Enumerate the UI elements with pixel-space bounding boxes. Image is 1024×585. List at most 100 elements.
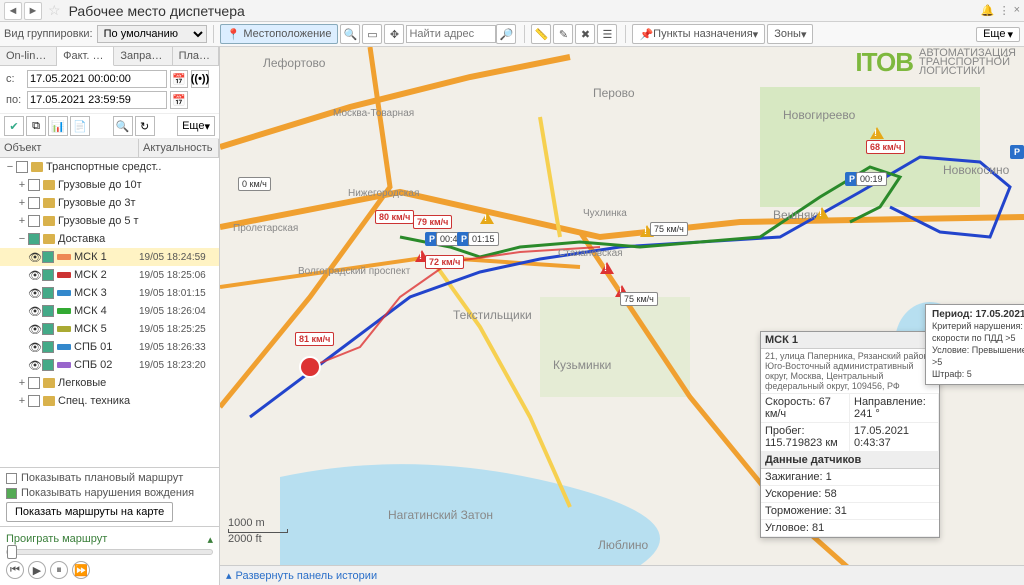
tb-more-button[interactable]: Еще ▾: [177, 116, 215, 136]
slider-handle[interactable]: [7, 545, 17, 559]
popup-title: МСК 1: [761, 332, 939, 349]
from-input[interactable]: [27, 70, 167, 88]
speed-badge: 0 км/ч: [238, 177, 271, 191]
sidebar-tabs: On-line слеж... Факт. маршр... Заправки …: [0, 47, 219, 66]
label-lefortovo: Лефортово: [260, 55, 328, 71]
speed-badge: 72 км/ч: [425, 255, 464, 269]
tab-fact[interactable]: Факт. маршр...: [57, 47, 114, 66]
back-button[interactable]: ◄: [4, 2, 22, 20]
vehicle-tree: −Транспортные средст..+Грузовые до 10т+Г…: [0, 158, 219, 467]
tb-copy-icon[interactable]: ⧉: [26, 116, 46, 136]
tree-row[interactable]: +Грузовые до 3т: [0, 194, 219, 212]
from-cal-icon[interactable]: 📅: [170, 70, 188, 88]
label-novogireevo: Новогиреево: [780, 107, 858, 123]
play-collapse-icon[interactable]: ▴: [207, 533, 213, 546]
vehicle-info-popup: МСК 1 21, улица Паперника, Рязанский рай…: [760, 331, 940, 538]
grouping-select[interactable]: По умолчанию: [97, 25, 207, 43]
location-toggle[interactable]: 📍Местоположение: [220, 24, 339, 44]
antenna-icon[interactable]: ((•)): [191, 70, 209, 88]
bell-icon[interactable]: 🔔: [981, 4, 995, 17]
label-nizhe: Нижегородская: [345, 187, 422, 200]
tree-row[interactable]: +Грузовые до 5 т: [0, 212, 219, 230]
clear-icon[interactable]: ✖: [575, 24, 595, 44]
address-search[interactable]: [406, 25, 496, 43]
tree-row[interactable]: −Доставка: [0, 230, 219, 248]
select-rect-icon[interactable]: ▭: [362, 24, 382, 44]
tab-fuel[interactable]: Заправки и с...: [114, 47, 172, 65]
label-novokosino: Новокосино: [940, 162, 1012, 178]
tree-row[interactable]: 👁МСК 219/05 18:25:06: [0, 266, 219, 284]
draw-icon[interactable]: ✎: [553, 24, 573, 44]
to-cal-icon[interactable]: 📅: [170, 91, 188, 109]
tree-row[interactable]: 👁МСК 419/05 18:26:04: [0, 302, 219, 320]
tree-row[interactable]: 👁МСК 119/05 18:24:59: [0, 248, 219, 266]
scale: 1000 m2000 ft: [228, 517, 288, 545]
tab-planfact[interactable]: План-факт: [173, 47, 219, 65]
tb-refresh-icon[interactable]: ↻: [135, 116, 155, 136]
close-icon[interactable]: ×: [1014, 4, 1020, 17]
tree-row[interactable]: 👁СПБ 0219/05 18:23:20: [0, 356, 219, 374]
warn-icon: [870, 127, 884, 139]
play-start-icon[interactable]: ⏮: [6, 561, 24, 579]
tb-search-icon[interactable]: 🔍: [113, 116, 133, 136]
star-icon[interactable]: ☆: [48, 2, 61, 19]
play-ff-icon[interactable]: ⏩: [72, 561, 90, 579]
tree-row[interactable]: −Транспортные средст..: [0, 158, 219, 176]
tree-row[interactable]: 👁СПБ 0119/05 18:26:33: [0, 338, 219, 356]
zoom-in-icon[interactable]: 🔍: [340, 24, 360, 44]
from-label: с:: [6, 73, 24, 85]
tb-chart-icon[interactable]: 📊: [48, 116, 68, 136]
play-pause-icon[interactable]: ⏸: [50, 561, 68, 579]
more-button[interactable]: Еще ▾: [976, 27, 1020, 42]
layers-icon[interactable]: ☰: [597, 24, 617, 44]
speed-badge: 80 км/ч: [375, 210, 414, 224]
page-title: Рабочее место диспетчера: [69, 3, 245, 19]
fwd-button[interactable]: ►: [24, 2, 42, 20]
to-label: по:: [6, 94, 24, 106]
time-badge: 01:15: [468, 232, 499, 246]
tree-row[interactable]: 👁МСК 319/05 18:01:15: [0, 284, 219, 302]
speed-badge: 68 км/ч: [866, 140, 905, 154]
label-proletar: Пролетарская: [230, 222, 301, 235]
show-routes-button[interactable]: Показать маршруты на карте: [6, 502, 173, 522]
play-label: Проиграть маршрут ▴: [6, 533, 213, 545]
menu-icon[interactable]: ⋮: [999, 4, 1010, 17]
opt-plan[interactable]: Показывать плановый маршрут: [6, 472, 213, 484]
label-mtov: Москва-Товарная: [330, 107, 417, 120]
grouping-label: Вид группировки:: [4, 28, 93, 40]
label-volgograd: Волгоградский проспект: [295, 265, 413, 278]
tree-row[interactable]: +Спец. техника: [0, 392, 219, 410]
tree-row[interactable]: +Легковые: [0, 374, 219, 392]
play-slider[interactable]: [6, 549, 213, 555]
zones-button[interactable]: Зоны ▾: [767, 24, 813, 44]
play-play-icon[interactable]: ▶: [28, 561, 46, 579]
speed-badge: 79 км/ч: [413, 215, 452, 229]
tree-row[interactable]: 👁МСК 519/05 18:25:25: [0, 320, 219, 338]
destinations-button[interactable]: 📌 Пункты назначения ▾: [632, 24, 765, 44]
tab-online[interactable]: On-line слеж...: [0, 47, 57, 65]
label-nbaton: Нагатинский Затон: [385, 507, 496, 523]
violation-popup: × Период: 17.05.2021 00:43:37 Критерий н…: [925, 304, 1024, 385]
tb-report-icon[interactable]: 📄: [70, 116, 90, 136]
col-object: Объект: [0, 139, 139, 157]
tb-check-icon[interactable]: ✔: [4, 116, 24, 136]
measure-icon[interactable]: 📏: [531, 24, 551, 44]
popup-address: 21, улица Паперника, Рязанский район, Юг…: [761, 349, 939, 394]
map[interactable]: Лефортово Перово Новогиреево Новокосино …: [220, 47, 1024, 585]
warn-icon: [480, 212, 494, 224]
to-input[interactable]: [27, 91, 167, 109]
pan-icon[interactable]: ✥: [384, 24, 404, 44]
label-kuzminki: Кузьминки: [550, 357, 614, 373]
label-perovo: Перово: [590, 85, 638, 101]
time-badge: 00:19: [856, 172, 887, 186]
label-tekstil: Текстильщики: [450, 307, 535, 323]
tree-row[interactable]: +Грузовые до 10т: [0, 176, 219, 194]
expand-history-button[interactable]: ▴Развернуть панель истории: [220, 565, 1024, 585]
label-chuhlinka: Чухлинка: [580, 207, 630, 220]
col-date: Актуальность: [139, 139, 219, 157]
search-icon[interactable]: 🔎: [496, 24, 516, 44]
speed-badge: 75 км/ч: [650, 222, 688, 236]
label-lyublino: Люблино: [595, 537, 651, 553]
warn-icon: [600, 262, 614, 274]
opt-viol[interactable]: Показывать нарушения вождения: [6, 487, 213, 499]
